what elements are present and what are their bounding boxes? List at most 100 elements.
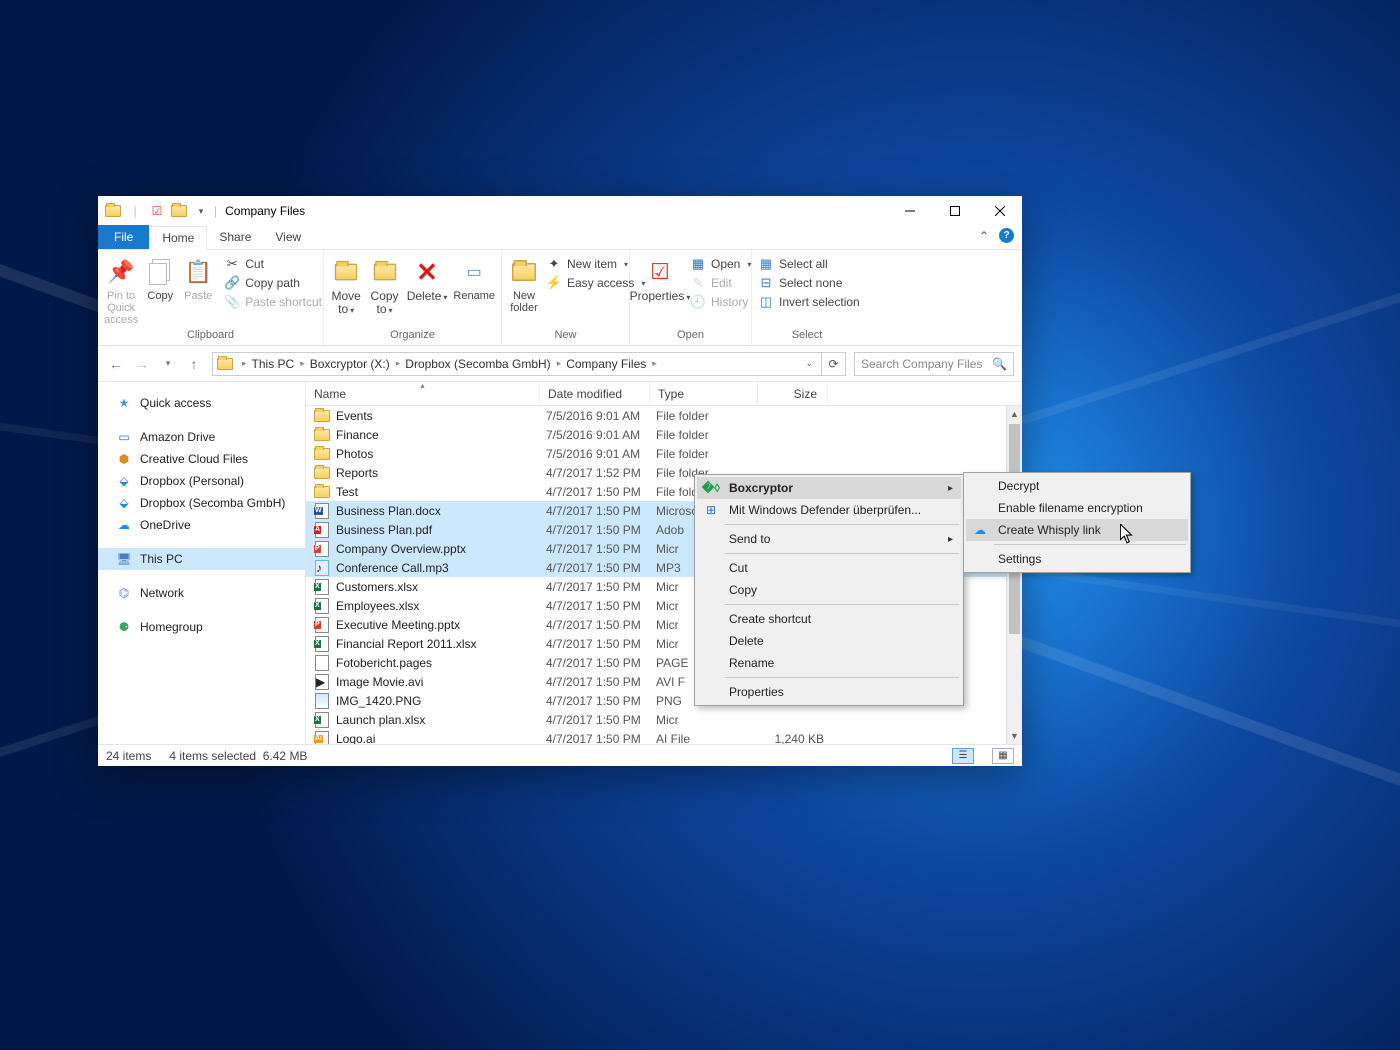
copy-path-button[interactable]: 🔗Copy path — [224, 275, 322, 291]
file-name: Launch plan.xlsx — [336, 713, 546, 727]
breadcrumb-dropdown-icon[interactable]: ⌄ — [801, 358, 817, 369]
qat-newfolder-icon[interactable] — [170, 202, 188, 220]
file-row[interactable]: AiLogo.ai4/7/2017 1:50 PMAI File1,240 KB — [306, 729, 1022, 744]
copy-button[interactable]: Copy — [144, 256, 176, 302]
tab-view[interactable]: View — [263, 225, 313, 249]
qat-properties-icon[interactable]: ☑ — [148, 202, 166, 220]
avi-icon: ▶ — [314, 674, 330, 690]
col-type[interactable]: Type — [650, 382, 758, 405]
file-date: 7/5/2016 9:01 AM — [546, 428, 656, 442]
ctx-decrypt[interactable]: Decrypt — [966, 475, 1188, 497]
ctx-settings[interactable]: Settings — [966, 548, 1188, 570]
scroll-down-button[interactable]: ▼ — [1007, 728, 1022, 744]
tab-file[interactable]: File — [98, 225, 149, 249]
view-thumbnails-button[interactable]: ▦ — [992, 748, 1014, 764]
search-input[interactable]: Search Company Files 🔍 — [854, 352, 1014, 376]
file-date: 4/7/2017 1:50 PM — [546, 694, 656, 708]
breadcrumb[interactable]: ▸ This PC▸ Boxcryptor (X:)▸ Dropbox (Sec… — [212, 352, 822, 376]
nav-item-dropbox-secomba-gmbh-[interactable]: ⬙Dropbox (Secomba GmbH) — [98, 492, 305, 514]
png-icon — [314, 693, 330, 709]
file-row[interactable]: Photos7/5/2016 9:01 AMFile folder — [306, 444, 1022, 463]
help-icon[interactable]: ? — [999, 228, 1014, 243]
maximize-button[interactable] — [932, 196, 977, 226]
col-date[interactable]: Date modified — [540, 382, 650, 405]
cloud-icon: ☁ — [116, 517, 132, 533]
file-name: Photos — [336, 447, 546, 461]
selectnone-button[interactable]: ⊟Select none — [758, 275, 860, 291]
rename-button[interactable]: ▭Rename — [453, 256, 495, 302]
pin-quickaccess-button[interactable]: 📌 Pin to Quick access — [104, 256, 138, 326]
home-icon: ⚈ — [116, 619, 132, 635]
file-name: Company Overview.pptx — [336, 542, 546, 556]
paste-shortcut-button[interactable]: 📎Paste shortcut — [224, 294, 322, 310]
file-row[interactable]: Events7/5/2016 9:01 AMFile folder — [306, 406, 1022, 425]
xlsx-icon: X — [314, 579, 330, 595]
context-submenu-boxcryptor: Decrypt Enable filename encryption ☁ Cre… — [963, 472, 1191, 573]
cut-button[interactable]: ✂Cut — [224, 256, 322, 272]
col-name[interactable]: Name▴ — [306, 382, 540, 405]
minimize-button[interactable] — [887, 196, 932, 226]
nav-item-creative-cloud-files[interactable]: ⬢Creative Cloud Files — [98, 448, 305, 470]
paste-button[interactable]: 📋 Paste — [182, 256, 214, 302]
properties-button[interactable]: ☑Properties▾ — [636, 256, 684, 304]
selectnone-icon: ⊟ — [758, 275, 774, 291]
invertselection-button[interactable]: ◫Invert selection — [758, 294, 860, 310]
edit-button[interactable]: ✎Edit — [690, 275, 751, 291]
nav-item-dropbox-personal-[interactable]: ⬙Dropbox (Personal) — [98, 470, 305, 492]
selectall-button[interactable]: ▦Select all — [758, 256, 860, 272]
folder-icon — [314, 408, 330, 424]
file-row[interactable]: XLaunch plan.xlsx4/7/2017 1:50 PMMicr — [306, 710, 1022, 729]
ctx-delete[interactable]: Delete — [697, 630, 961, 652]
nav-item-network[interactable]: ⌬Network — [98, 582, 305, 604]
file-type: File folder — [656, 409, 764, 423]
ctx-boxcryptor[interactable]: �◊ Boxcryptor ▸ — [697, 477, 961, 499]
ctx-defender[interactable]: ⊞ Mit Windows Defender überprüfen... — [697, 499, 961, 521]
vertical-scrollbar[interactable]: ▲ ▼ — [1006, 406, 1022, 744]
tab-share[interactable]: Share — [207, 225, 263, 249]
file-date: 4/7/2017 1:50 PM — [546, 656, 656, 670]
moveto-button[interactable]: Move to▾ — [330, 256, 362, 317]
delete-button[interactable]: ✕Delete▾ — [407, 256, 448, 304]
tab-home[interactable]: Home — [149, 226, 207, 250]
file-name: IMG_1420.PNG — [336, 694, 546, 708]
qat-dropdown-icon[interactable]: ▾ — [192, 202, 210, 220]
ctx-cut[interactable]: Cut — [697, 557, 961, 579]
view-details-button[interactable]: ☰ — [952, 748, 974, 764]
qat-separator-icon: | — [126, 202, 144, 220]
nav-item-amazon-drive[interactable]: ▭Amazon Drive — [98, 426, 305, 448]
history-button[interactable]: 🕘History — [690, 294, 751, 310]
nav-item-homegroup[interactable]: ⚈Homegroup — [98, 616, 305, 638]
ribbon-collapse-icon[interactable]: ⌃ — [979, 229, 989, 243]
file-icon — [314, 655, 330, 671]
ctx-sendto[interactable]: Send to ▸ — [697, 528, 961, 550]
copyto-button[interactable]: Copy to▾ — [368, 256, 400, 317]
breadcrumb-seg-2: Dropbox (Secomba GmbH)▸ — [405, 357, 564, 371]
easyaccess-icon: ⚡ — [546, 275, 562, 291]
nav-recent-button[interactable]: ▾ — [158, 358, 178, 369]
file-name: Events — [336, 409, 546, 423]
ctx-shortcut[interactable]: Create shortcut — [697, 608, 961, 630]
nav-item-quick-access[interactable]: ★Quick access — [98, 392, 305, 414]
file-row[interactable]: Finance7/5/2016 9:01 AMFile folder — [306, 425, 1022, 444]
nav-back-button[interactable]: ← — [106, 356, 126, 372]
file-name: Business Plan.docx — [336, 504, 546, 518]
ctx-properties[interactable]: Properties — [697, 681, 961, 703]
nav-item-this-pc[interactable]: 🖥This PC — [98, 548, 305, 570]
window-title: Company Files — [225, 204, 305, 218]
ctx-rename[interactable]: Rename — [697, 652, 961, 674]
nav-up-button[interactable]: ↑ — [184, 356, 204, 372]
ctx-copy[interactable]: Copy — [697, 579, 961, 601]
nav-forward-button[interactable]: → — [132, 356, 152, 372]
nav-item-onedrive[interactable]: ☁OneDrive — [98, 514, 305, 536]
status-item-count: 24 items — [106, 749, 151, 763]
scroll-up-button[interactable]: ▲ — [1007, 406, 1022, 422]
newfolder-button[interactable]: New folder — [508, 256, 540, 314]
col-size[interactable]: Size — [758, 382, 828, 405]
breadcrumb-seg-3: Company Files▸ — [566, 357, 660, 371]
submenu-arrow-icon: ▸ — [948, 483, 953, 494]
close-button[interactable] — [977, 196, 1022, 226]
ctx-create-whisply-link[interactable]: ☁ Create Whisply link — [966, 519, 1188, 541]
refresh-button[interactable]: ⟳ — [822, 352, 846, 376]
ctx-enable-filename-encryption[interactable]: Enable filename encryption — [966, 497, 1188, 519]
open-button[interactable]: ▦Open▾ — [690, 256, 751, 272]
